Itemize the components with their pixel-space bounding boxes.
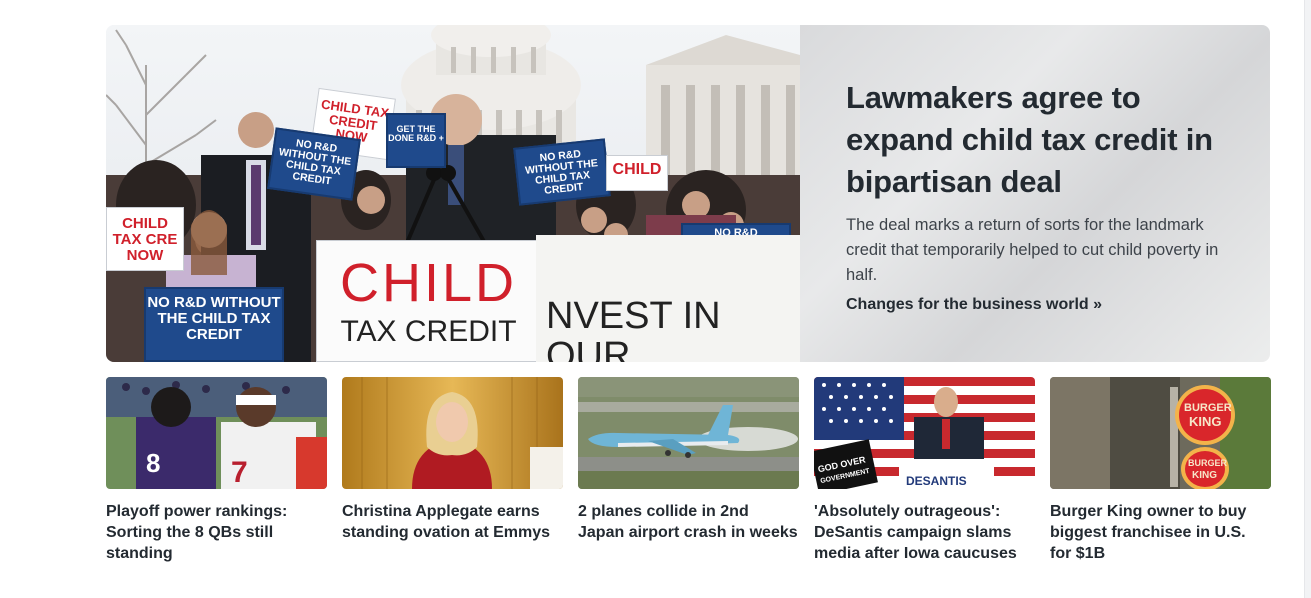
sign-no-rd-2: NO R&D WITHOUT THE CHILD TAX CREDIT (513, 138, 611, 206)
sign-no-rd-3: NO R&D WITHOUT THE CHILD TAX CREDIT (144, 287, 284, 362)
story-thumbnail-desantis: GOD OVER GOVERNMENT DESANTIS (814, 377, 1035, 489)
svg-text:BURGER: BURGER (1184, 402, 1232, 414)
story-card[interactable]: BURGER KING BURGER KING Burger King owne… (1050, 377, 1271, 564)
hero-headline[interactable]: Lawmakers agree to expand child tax cred… (846, 77, 1230, 203)
svg-text:8: 8 (146, 448, 160, 478)
svg-text:7: 7 (231, 456, 248, 489)
story-title[interactable]: 'Absolutely outrageous': DeSantis campai… (814, 501, 1035, 564)
hero-related-link[interactable]: Changes for the business world » (846, 296, 1102, 314)
story-list: 8 7 Playoff power rankings: Sorting the … (106, 377, 1271, 564)
svg-text:KING: KING (1192, 470, 1217, 481)
sign-child-right: CHILD (606, 155, 668, 191)
story-thumbnail-burger-king: BURGER KING BURGER KING (1050, 377, 1271, 489)
burger-king-sign-photo: BURGER KING BURGER KING (1050, 377, 1271, 489)
hero-summary: The deal marks a return of sorts for the… (846, 216, 1219, 284)
story-card[interactable]: GOD OVER GOVERNMENT DESANTIS 'Absolutely… (814, 377, 1035, 564)
football-players-photo: 8 7 (106, 377, 327, 489)
hero-story[interactable]: CHILD TAX CREDIT NOW GET THE DONE R&D + … (106, 25, 1270, 362)
svg-text:BURGER: BURGER (1188, 458, 1228, 468)
sign-invest-banner: NVEST IN OUR (536, 235, 800, 362)
sign-child-big-text: CHILD (339, 253, 518, 313)
sign-tax-credit-text: TAX CREDIT (340, 314, 517, 348)
svg-text:KING: KING (1189, 414, 1222, 429)
story-card[interactable]: 2 planes collide in 2nd Japan airport cr… (578, 377, 799, 564)
news-page: CHILD TAX CREDIT NOW GET THE DONE R&D + … (0, 0, 1311, 598)
story-thumbnail-planes (578, 377, 799, 489)
story-title[interactable]: Burger King owner to buy biggest franchi… (1050, 501, 1271, 564)
sign-no-rd-1: NO R&D WITHOUT THE CHILD TAX CREDIT (267, 127, 361, 201)
story-card[interactable]: 8 7 Playoff power rankings: Sorting the … (106, 377, 327, 564)
emmys-stage-photo (342, 377, 563, 489)
story-title[interactable]: Playoff power rankings: Sorting the 8 QB… (106, 501, 327, 564)
airplane-runway-photo (578, 377, 799, 489)
hero-image: CHILD TAX CREDIT NOW GET THE DONE R&D + … (106, 25, 800, 362)
story-card[interactable]: Christina Applegate earns standing ovati… (342, 377, 563, 564)
story-title[interactable]: 2 planes collide in 2nd Japan airport cr… (578, 501, 799, 543)
sign-get-done: GET THE DONE R&D + (386, 113, 446, 168)
sign-child-tax-credit-big: CHILD TAX CREDIT (316, 240, 541, 362)
story-thumbnail-emmys (342, 377, 563, 489)
sign-child-left: CHILD TAX CRE NOW (106, 207, 184, 271)
hero-text-panel: Lawmakers agree to expand child tax cred… (800, 25, 1270, 362)
story-title[interactable]: Christina Applegate earns standing ovati… (342, 501, 563, 543)
svg-text:DESANTIS: DESANTIS (906, 474, 967, 488)
story-thumbnail-football: 8 7 (106, 377, 327, 489)
scrollbar-track[interactable] (1304, 0, 1311, 598)
campaign-podium-photo: GOD OVER GOVERNMENT DESANTIS (814, 377, 1035, 489)
